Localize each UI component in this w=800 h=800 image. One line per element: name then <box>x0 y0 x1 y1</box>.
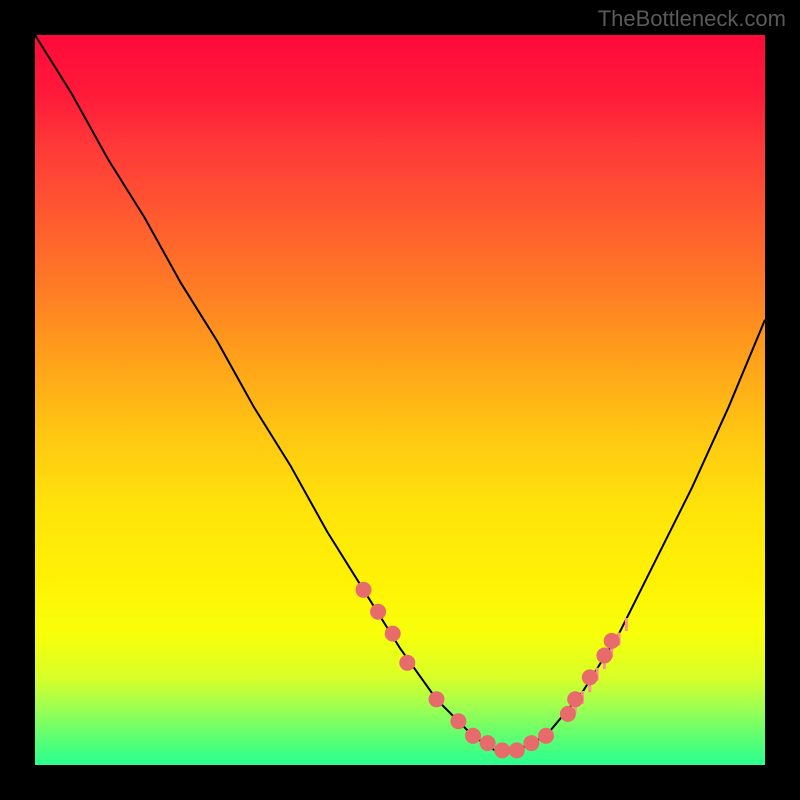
highlight-dot <box>480 735 496 751</box>
chart-svg <box>35 35 765 765</box>
highlight-dot <box>560 706 576 722</box>
highlight-dot <box>604 633 620 649</box>
highlight-dot <box>450 713 466 729</box>
highlight-dot <box>538 728 554 744</box>
highlight-dot <box>465 728 481 744</box>
highlight-dot <box>567 691 583 707</box>
highlight-dot <box>370 604 386 620</box>
highlight-markers <box>356 582 620 759</box>
highlight-dot <box>582 669 598 685</box>
highlight-dot <box>356 582 372 598</box>
highlight-dot <box>429 691 445 707</box>
highlight-dot <box>494 742 510 758</box>
bottleneck-curve <box>35 35 765 750</box>
watermark-text: TheBottleneck.com <box>598 6 786 32</box>
chart-plot-area <box>35 35 765 765</box>
highlight-dot <box>385 626 401 642</box>
highlight-dot <box>509 742 525 758</box>
highlight-dot <box>399 655 415 671</box>
highlight-dot <box>596 648 612 664</box>
highlight-dot <box>523 735 539 751</box>
